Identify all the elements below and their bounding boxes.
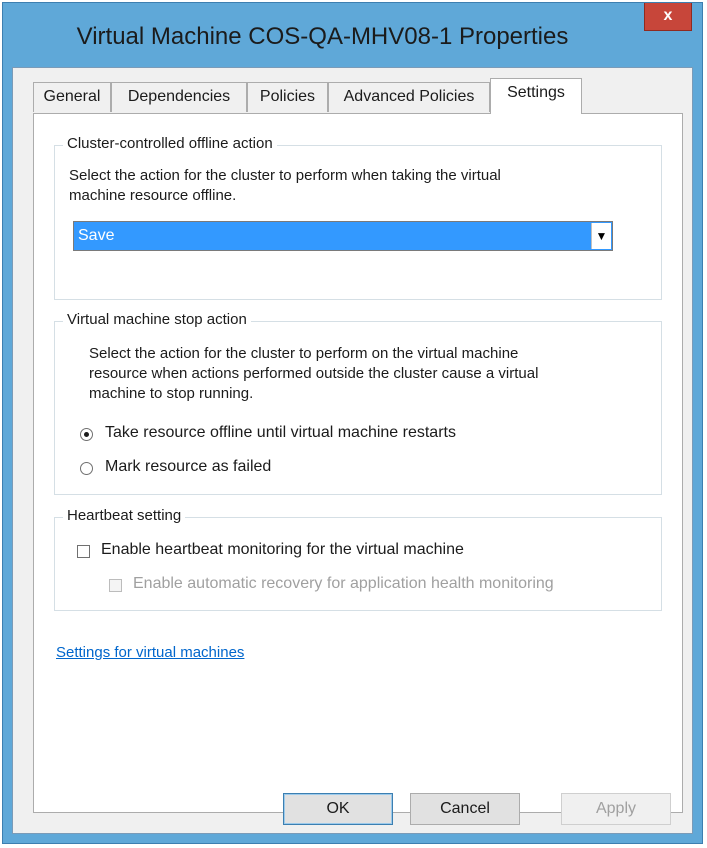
tab-policies[interactable]: Policies	[247, 82, 328, 112]
auto-recovery-label: Enable automatic recovery for applicatio…	[133, 575, 554, 592]
offline-action-description-2: machine resource offline.	[69, 187, 237, 204]
close-button[interactable]: x	[644, 3, 692, 31]
title-bar[interactable]: Virtual Machine COS-QA-MHV08-1 Propertie…	[3, 3, 702, 67]
auto-recovery-checkbox	[109, 579, 122, 592]
offline-action-group: Cluster-controlled offline action Select…	[54, 135, 662, 300]
settings-panel: Cluster-controlled offline action Select…	[33, 113, 683, 813]
window-title: Virtual Machine COS-QA-MHV08-1 Propertie…	[76, 23, 569, 50]
stop-action-description-1: Select the action for the cluster to per…	[89, 345, 519, 362]
heartbeat-group: Heartbeat setting Enable heartbeat monit…	[54, 507, 662, 611]
chevron-down-icon[interactable]: ▼	[591, 223, 611, 249]
radio-take-offline-label[interactable]: Take resource offline until virtual mach…	[105, 424, 456, 442]
stop-action-group: Virtual machine stop action Select the a…	[54, 311, 662, 495]
tab-dependencies[interactable]: Dependencies	[111, 82, 247, 112]
heartbeat-monitoring-label[interactable]: Enable heartbeat monitoring for the virt…	[101, 541, 464, 559]
stop-action-legend: Virtual machine stop action	[63, 311, 251, 328]
stop-action-description-3: machine to stop running.	[89, 385, 254, 402]
offline-action-description-1: Select the action for the cluster to per…	[69, 167, 501, 184]
ok-button[interactable]: OK	[283, 793, 393, 825]
tab-settings[interactable]: Settings	[490, 78, 582, 114]
stop-action-description-2: resource when actions performed outside …	[89, 365, 539, 382]
offline-action-dropdown[interactable]: Save ▼	[73, 221, 613, 251]
offline-action-selected-value: Save	[78, 227, 115, 244]
settings-for-vms-link[interactable]: Settings for virtual machines	[56, 644, 244, 661]
radio-take-offline[interactable]	[80, 428, 93, 441]
tab-general[interactable]: General	[33, 82, 111, 112]
heartbeat-monitoring-checkbox[interactable]	[77, 545, 90, 558]
radio-mark-failed[interactable]	[80, 462, 93, 475]
radio-mark-failed-label[interactable]: Mark resource as failed	[105, 458, 271, 476]
offline-action-legend: Cluster-controlled offline action	[63, 135, 277, 152]
cancel-button[interactable]: Cancel	[410, 793, 520, 825]
properties-dialog: Virtual Machine COS-QA-MHV08-1 Propertie…	[2, 2, 703, 844]
dialog-client-area: General Dependencies Policies Advanced P…	[12, 67, 693, 834]
apply-button: Apply	[561, 793, 671, 825]
heartbeat-legend: Heartbeat setting	[63, 507, 186, 524]
tab-advanced-policies[interactable]: Advanced Policies	[328, 82, 490, 112]
